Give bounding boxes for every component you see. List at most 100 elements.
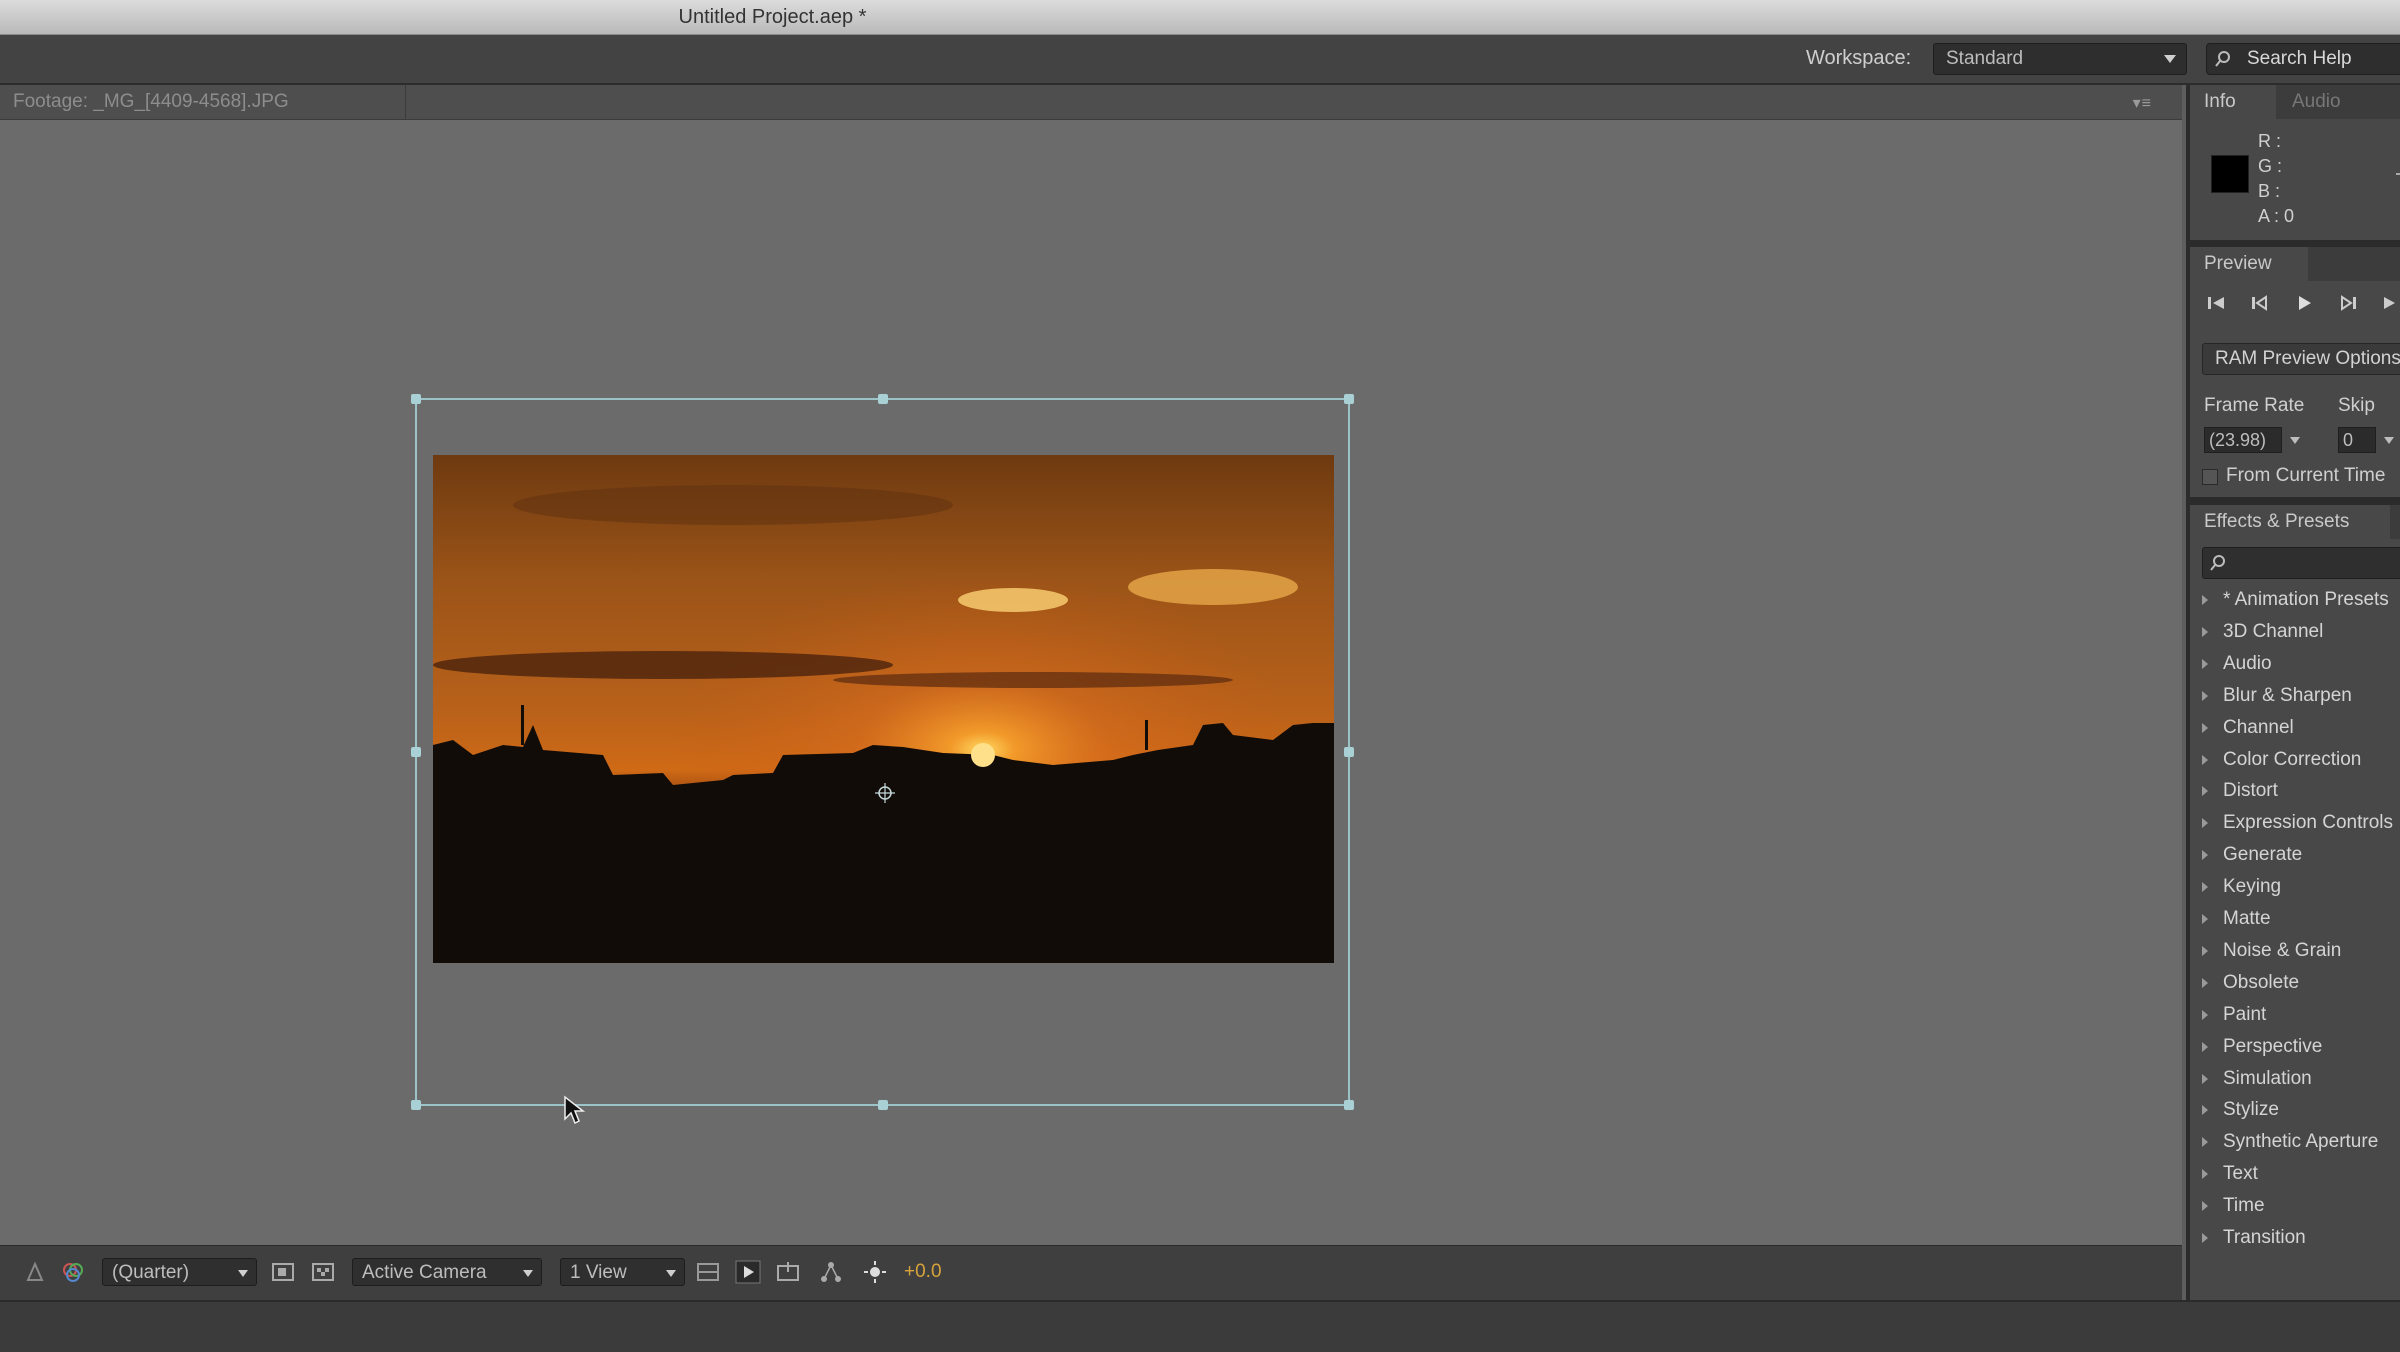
disclosure-triangle-icon[interactable]	[2202, 626, 2208, 637]
ram-preview-label: RAM Preview Options	[2215, 348, 2400, 369]
color-channels-icon[interactable]	[60, 1260, 86, 1284]
effects-category-item[interactable]: Distort	[2190, 776, 2400, 808]
from-current-time-checkbox[interactable]	[2202, 469, 2218, 485]
play-icon[interactable]	[2290, 291, 2318, 315]
effects-category-label: Keying	[2223, 876, 2282, 898]
mouse-cursor-icon	[564, 1095, 586, 1125]
effects-category-item[interactable]: Text	[2190, 1159, 2400, 1191]
transform-handle[interactable]	[1344, 394, 1354, 404]
disclosure-triangle-icon[interactable]	[2202, 1073, 2208, 1084]
workspace-select[interactable]: Standard	[1933, 43, 2187, 75]
disclosure-triangle-icon[interactable]	[2202, 786, 2208, 797]
effects-category-item[interactable]: Blur & Sharpen	[2190, 681, 2400, 713]
skip-label: Skip	[2338, 395, 2375, 416]
effects-category-label: Expression Controls	[2223, 812, 2394, 834]
effects-category-item[interactable]: Stylize	[2190, 1095, 2400, 1127]
view-layout-select[interactable]: 1 View	[560, 1258, 685, 1286]
transform-handle[interactable]	[411, 747, 421, 757]
effects-category-item[interactable]: Keying	[2190, 872, 2400, 904]
transform-handle[interactable]	[411, 394, 421, 404]
effects-category-item[interactable]: Generate	[2190, 840, 2400, 872]
disclosure-triangle-icon[interactable]	[2202, 977, 2208, 988]
effects-category-item[interactable]: Time	[2190, 1191, 2400, 1223]
effects-category-item[interactable]: Matte	[2190, 904, 2400, 936]
search-icon	[2215, 51, 2230, 67]
ram-preview-options-button[interactable]: RAM Preview Options	[2202, 343, 2400, 375]
effects-category-item[interactable]: Simulation	[2190, 1064, 2400, 1096]
disclosure-triangle-icon[interactable]	[2202, 1233, 2208, 1243]
next-frame-icon[interactable]	[2334, 291, 2362, 315]
tab-info-label: Info	[2204, 91, 2236, 112]
effects-category-item[interactable]: Paint	[2190, 1000, 2400, 1032]
tab-preview[interactable]: Preview	[2190, 247, 2308, 281]
search-help-input[interactable]: Search Help	[2206, 43, 2400, 75]
region-of-interest-icon[interactable]	[270, 1260, 296, 1284]
disclosure-triangle-icon[interactable]	[2202, 945, 2208, 956]
effects-category-item[interactable]: Color Correction	[2190, 745, 2400, 777]
disclosure-triangle-icon[interactable]	[2202, 1105, 2208, 1116]
disclosure-triangle-icon[interactable]	[2202, 690, 2208, 701]
tab-info[interactable]: Info	[2190, 85, 2276, 119]
search-help-label: Search Help	[2247, 48, 2352, 69]
effects-category-item[interactable]: * Animation Presets	[2190, 585, 2400, 617]
transparency-grid-icon[interactable]	[310, 1260, 336, 1284]
chevron-down-icon	[2164, 55, 2176, 63]
transform-handle[interactable]	[878, 1100, 888, 1110]
last-frame-icon[interactable]	[2378, 291, 2400, 315]
exposure-icon[interactable]	[862, 1260, 888, 1284]
effects-category-label: Text	[2223, 1163, 2258, 1185]
exposure-value[interactable]: +0.0	[904, 1261, 942, 1283]
effects-category-item[interactable]: Obsolete	[2190, 968, 2400, 1000]
window-title: Untitled Project.aep *	[678, 6, 867, 28]
effects-category-label: Paint	[2223, 1003, 2267, 1025]
previous-frame-icon[interactable]	[2246, 291, 2274, 315]
disclosure-triangle-icon[interactable]	[2202, 882, 2208, 893]
panel-menu-icon[interactable]: ▾≡	[2133, 93, 2152, 113]
grid-toggle-icon[interactable]	[695, 1260, 721, 1284]
frame-rate-field[interactable]: (23.98)	[2204, 427, 2282, 453]
chevron-down-icon[interactable]	[2384, 437, 2394, 444]
disclosure-triangle-icon[interactable]	[2202, 722, 2208, 733]
disclosure-triangle-icon[interactable]	[2202, 1009, 2208, 1020]
transform-handle[interactable]	[1344, 1100, 1354, 1110]
effects-category-item[interactable]: Channel	[2190, 713, 2400, 745]
tab-audio[interactable]: Audio	[2278, 85, 2378, 119]
tab-effects-presets[interactable]: Effects & Presets	[2190, 505, 2390, 539]
flowchart-icon[interactable]	[818, 1260, 844, 1284]
effects-search-input[interactable]	[2202, 547, 2400, 579]
disclosure-triangle-icon[interactable]	[2202, 658, 2208, 669]
fast-previews-icon[interactable]	[735, 1260, 761, 1284]
resolution-select[interactable]: (Quarter)	[102, 1258, 257, 1286]
disclosure-triangle-icon[interactable]	[2202, 850, 2208, 861]
footage-tab[interactable]: Footage: _MG_[4409-4568].JPG	[0, 85, 406, 119]
transform-handle[interactable]	[878, 394, 888, 404]
effects-category-item[interactable]: Transition	[2190, 1223, 2400, 1255]
disclosure-triangle-icon[interactable]	[2202, 754, 2208, 765]
snapshot-icon[interactable]	[22, 1260, 48, 1284]
transform-handle[interactable]	[1344, 747, 1354, 757]
first-frame-icon[interactable]	[2202, 291, 2230, 315]
disclosure-triangle-icon[interactable]	[2202, 1169, 2208, 1180]
effects-category-item[interactable]: Audio	[2190, 649, 2400, 681]
effects-category-item[interactable]: 3D Channel	[2190, 617, 2400, 649]
timeline-icon[interactable]	[775, 1260, 801, 1284]
camera-select[interactable]: Active Camera	[352, 1258, 542, 1286]
effects-category-item[interactable]: Expression Controls	[2190, 808, 2400, 840]
disclosure-triangle-icon[interactable]	[2202, 818, 2208, 829]
workspace-value: Standard	[1946, 48, 2024, 69]
effects-category-item[interactable]: Synthetic Aperture	[2190, 1127, 2400, 1159]
transform-handle[interactable]	[411, 1100, 421, 1110]
info-divider	[2396, 173, 2400, 175]
disclosure-triangle-icon[interactable]	[2202, 1201, 2208, 1212]
skip-field[interactable]: 0	[2338, 427, 2376, 453]
anchor-point-icon[interactable]	[874, 782, 896, 804]
disclosure-triangle-icon[interactable]	[2202, 595, 2208, 605]
disclosure-triangle-icon[interactable]	[2202, 1041, 2208, 1052]
effects-category-label: Color Correction	[2223, 748, 2362, 770]
effects-category-item[interactable]: Noise & Grain	[2190, 936, 2400, 968]
disclosure-triangle-icon[interactable]	[2202, 914, 2208, 924]
effects-category-item[interactable]: Perspective	[2190, 1032, 2400, 1064]
disclosure-triangle-icon[interactable]	[2202, 1137, 2208, 1148]
chevron-down-icon[interactable]	[2290, 437, 2300, 444]
layer-bounding-box[interactable]	[411, 394, 1354, 1110]
